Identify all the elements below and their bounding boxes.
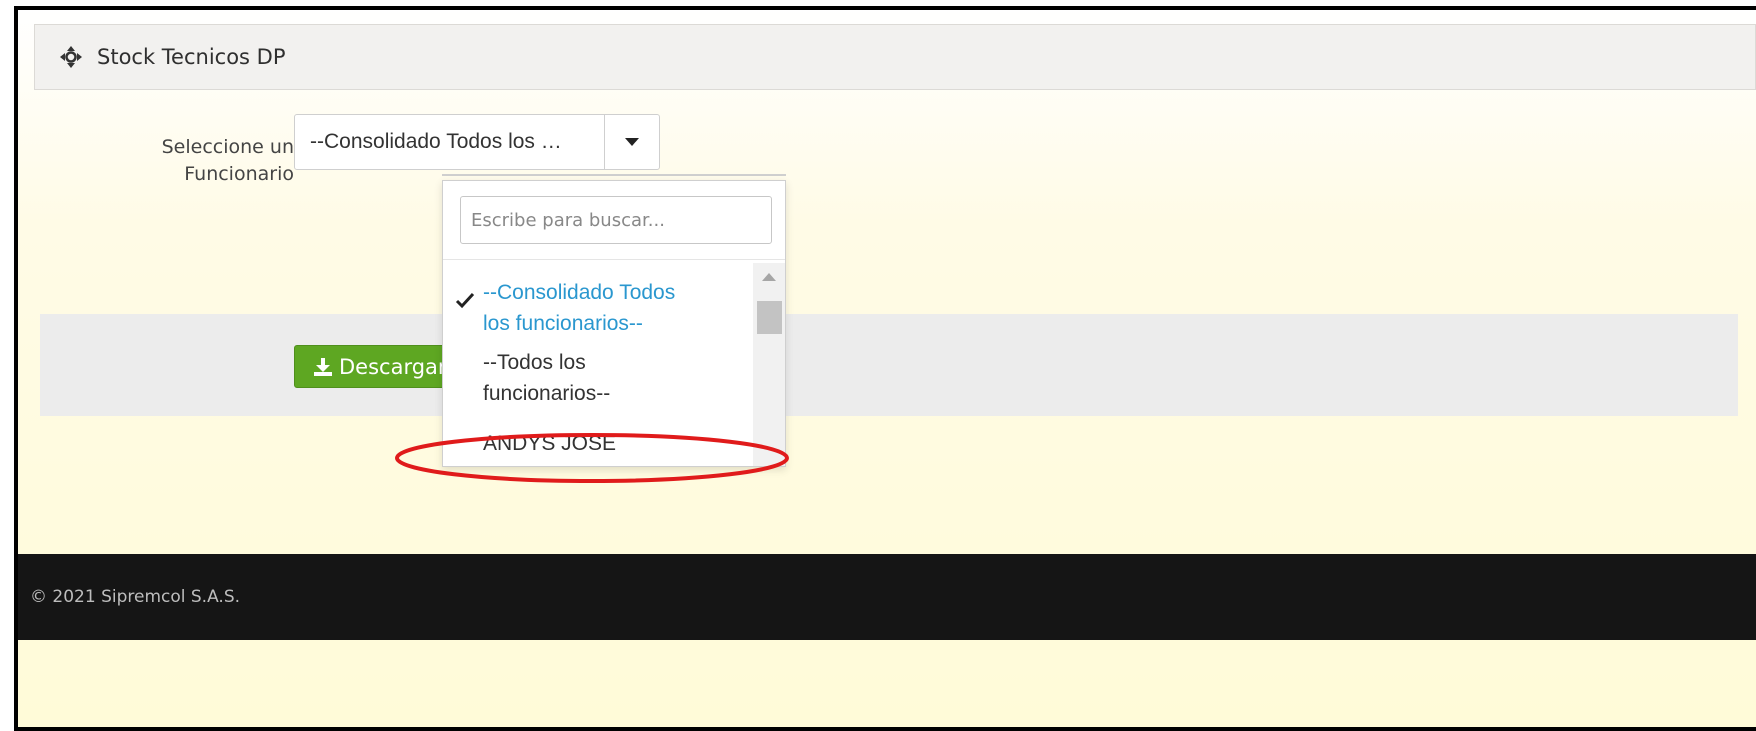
scroll-thumb[interactable]: [757, 301, 782, 334]
download-button[interactable]: Descargar: [294, 345, 454, 388]
checkmark-icon: [455, 292, 475, 309]
funcionario-label-line1: Seleccione un: [161, 136, 294, 158]
scroll-up-arrow-icon[interactable]: [762, 273, 776, 281]
panel-header: Stock Tecnicos DP: [34, 24, 1756, 90]
download-icon: [314, 357, 332, 376]
annotation-ellipse: [395, 433, 789, 483]
funcionario-select[interactable]: --Consolidado Todos los …: [294, 114, 660, 170]
option-todos-line1: --Todos los: [483, 351, 586, 374]
caret-down-icon: [625, 138, 639, 146]
dropdown-search-input[interactable]: [460, 196, 772, 244]
select-toggle-button[interactable]: [604, 115, 659, 169]
funcionario-dropdown: --Consolidado Todos los funcionarios-- -…: [442, 180, 786, 467]
option-todos-line2: funcionarios--: [483, 382, 611, 405]
option-consolidado[interactable]: --Consolidado Todos los funcionarios--: [443, 263, 753, 343]
option-todos[interactable]: --Todos los funcionarios--: [443, 347, 753, 423]
funcionario-select-value: --Consolidado Todos los …: [310, 130, 562, 153]
footer-copyright: © 2021 Sipremcol S.A.S.: [30, 587, 241, 607]
funcionario-label: Seleccione un Funcionario: [128, 134, 294, 188]
crosshair-arrows-icon: [60, 46, 82, 68]
dropdown-divider: [443, 259, 785, 260]
footer: © 2021 Sipremcol S.A.S.: [18, 554, 1756, 640]
funcionario-label-line2: Funcionario: [184, 163, 294, 185]
panel-title: Stock Tecnicos DP: [97, 45, 286, 69]
option-consolidado-line1: --Consolidado Todos: [483, 281, 676, 304]
download-button-label: Descargar: [339, 354, 447, 379]
option-consolidado-line2: los funcionarios--: [483, 312, 643, 335]
dropdown-top-edge: [442, 174, 786, 176]
